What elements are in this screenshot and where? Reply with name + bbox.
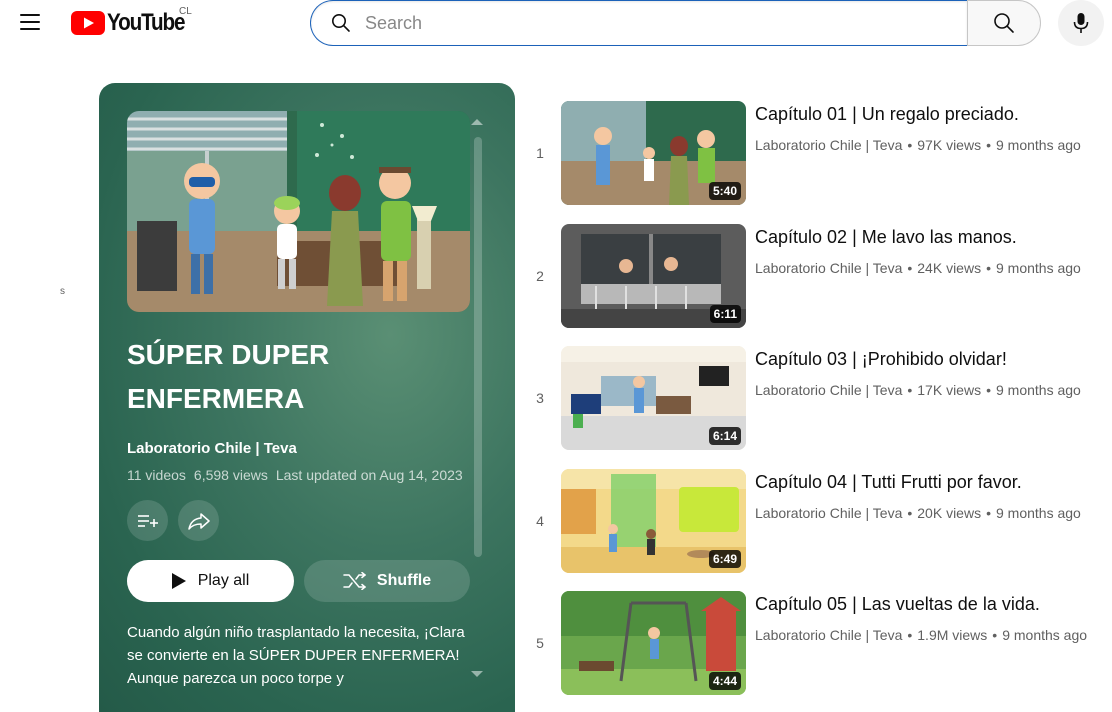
search-input[interactable] [365, 12, 925, 34]
search-icon [332, 14, 350, 32]
masthead: YouTube CL [0, 0, 1112, 46]
playlist-title: SÚPER DUPER ENFERMERA [127, 339, 330, 414]
channel-name[interactable]: Laboratorio Chile | Teva [755, 627, 902, 643]
video-age: 9 months ago [995, 137, 1081, 153]
playlist-owner[interactable]: Laboratorio Chile | Teva [127, 440, 297, 457]
shuffle-icon [343, 572, 367, 590]
youtube-logo-icon [71, 11, 105, 35]
video-thumbnail[interactable]: 5:40 [561, 101, 746, 205]
video-index: 4 [536, 513, 544, 529]
share-icon [187, 512, 210, 530]
play-all-label: Play all [197, 572, 250, 589]
video-title[interactable]: Capítulo 04 | Tutti Frutti por favor. [755, 472, 1022, 493]
video-thumbnail[interactable]: 6:49 [561, 469, 746, 573]
search-bar [310, 0, 1041, 46]
video-meta: Laboratorio Chile | Teva • 17K views • 9 m… [755, 382, 1081, 398]
playlist-thumbnail[interactable] [127, 111, 470, 312]
play-all-button[interactable]: Play all [127, 560, 294, 602]
voice-search-button[interactable] [1058, 0, 1104, 46]
video-index: 5 [536, 635, 544, 651]
video-index: 1 [536, 145, 544, 161]
playlist-header-panel: SÚPER DUPER ENFERMERA Laboratorio Chile … [99, 83, 515, 712]
video-list-item[interactable]: 5 4:44 Capítulo 05 | Las vueltas de la v… [530, 591, 1100, 695]
channel-name[interactable]: Laboratorio Chile | Teva [755, 382, 902, 398]
playlist-thumbnail-art [127, 111, 470, 312]
video-title[interactable]: Capítulo 02 | Me lavo las manos. [755, 227, 1017, 248]
video-list-item[interactable]: 1 5:40 Capítulo 01 | Un regalo preciado.… [530, 101, 1100, 205]
video-duration: 6:49 [708, 550, 741, 568]
video-age: 9 months ago [995, 505, 1081, 521]
country-code: CL [179, 6, 192, 17]
panel-scrollbar[interactable] [474, 137, 482, 557]
video-age: 9 months ago [995, 260, 1081, 276]
video-meta: Laboratorio Chile | Teva • 24K views • 9 m… [755, 260, 1081, 276]
video-thumbnail[interactable]: 6:14 [561, 346, 746, 450]
mic-icon [1073, 13, 1089, 33]
shuffle-button[interactable]: Shuffle [304, 560, 470, 602]
channel-name[interactable]: Laboratorio Chile | Teva [755, 260, 902, 276]
video-thumbnail[interactable]: 4:44 [561, 591, 746, 695]
video-duration: 6:14 [708, 427, 741, 445]
view-count: 6,598 views [193, 467, 268, 483]
share-button[interactable] [178, 500, 219, 541]
video-meta: Laboratorio Chile | Teva • 97K views • 9 m… [755, 137, 1081, 153]
video-title[interactable]: Capítulo 05 | Las vueltas de la vida. [755, 594, 1040, 615]
video-meta: Laboratorio Chile | Teva • 20K views • 9 m… [755, 505, 1081, 521]
scroll-down-arrow-icon[interactable] [471, 671, 483, 677]
video-duration: 4:44 [708, 672, 741, 690]
video-list-item[interactable]: 3 6:14 Capítulo 03 | ¡Prohibido olvidar!… [530, 346, 1100, 450]
video-list-item[interactable]: 2 6:11 Capítulo 02 | Me lavo las manos. … [530, 224, 1100, 328]
menu-icon[interactable] [12, 4, 48, 40]
video-meta: Laboratorio Chile | Teva • 1.9M views • 9 … [755, 627, 1088, 643]
video-list-item[interactable]: 4 6:49 Capítulo 04 | Tutti Frutti por fa… [530, 469, 1100, 573]
video-views: 20K views [917, 505, 982, 521]
playlist-add-icon [137, 514, 158, 527]
video-title[interactable]: Capítulo 03 | ¡Prohibido olvidar! [755, 349, 1007, 370]
video-title[interactable]: Capítulo 01 | Un regalo preciado. [755, 104, 1019, 125]
video-thumbnail[interactable]: 6:11 [561, 224, 746, 328]
video-views: 1.9M views [917, 627, 988, 643]
search-icon [994, 13, 1014, 33]
last-updated: Last updated on Aug 14, 2023 [275, 467, 463, 483]
video-views: 24K views [917, 260, 982, 276]
search-box[interactable] [310, 0, 967, 46]
video-index: 2 [536, 268, 544, 284]
stray-text: s [60, 286, 65, 297]
video-count: 11 videos [127, 467, 186, 483]
character-woman [327, 175, 363, 306]
playlist-description[interactable]: Cuando algún niño trasplantado la necesi… [127, 621, 467, 690]
playlist-stats: 11 videos 6,598 views Last updated on Au… [127, 467, 463, 483]
video-age: 9 months ago [995, 382, 1081, 398]
video-views: 97K views [917, 137, 982, 153]
play-icon [171, 573, 186, 589]
shuffle-label: Shuffle [376, 572, 432, 589]
save-to-library-button[interactable] [127, 500, 168, 541]
video-duration: 6:11 [709, 305, 741, 323]
channel-name[interactable]: Laboratorio Chile | Teva [755, 137, 902, 153]
scroll-up-arrow-icon[interactable] [471, 119, 483, 125]
video-views: 17K views [917, 382, 982, 398]
channel-name[interactable]: Laboratorio Chile | Teva [755, 505, 902, 521]
search-button[interactable] [967, 0, 1041, 46]
video-index: 3 [536, 390, 544, 406]
video-duration: 5:40 [708, 182, 741, 200]
video-age: 9 months ago [1002, 627, 1088, 643]
logo-text: YouTube [107, 9, 186, 36]
